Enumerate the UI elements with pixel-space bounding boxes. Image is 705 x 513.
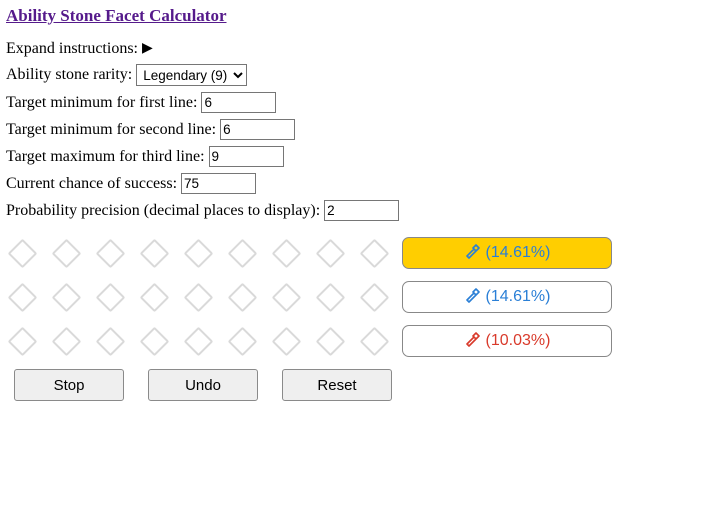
- facet-slot[interactable]: [100, 243, 120, 263]
- diamonds-row-1: [6, 243, 384, 263]
- target1-label: Target minimum for first line:: [6, 94, 197, 112]
- facet-slot[interactable]: [12, 331, 32, 351]
- diamonds-row-2: [6, 287, 384, 307]
- facet-slot[interactable]: [232, 331, 252, 351]
- facet-slot[interactable]: [144, 331, 164, 351]
- stone-row-2: (14.61%): [6, 281, 699, 313]
- facet-slot[interactable]: [188, 243, 208, 263]
- facet-slot[interactable]: [364, 331, 384, 351]
- facet-slot[interactable]: [188, 287, 208, 307]
- facet-slot[interactable]: [364, 243, 384, 263]
- facet-button-2[interactable]: (14.61%): [402, 281, 612, 313]
- facet-pct-1: (14.61%): [486, 244, 551, 262]
- expand-toggle-icon[interactable]: ▶: [142, 42, 153, 56]
- facet-slot[interactable]: [276, 243, 296, 263]
- target2-input[interactable]: [220, 119, 295, 140]
- chance-label: Current chance of success:: [6, 175, 177, 193]
- facet-slot[interactable]: [232, 243, 252, 263]
- precision-label: Probability precision (decimal places to…: [6, 202, 320, 220]
- facet-slot[interactable]: [144, 243, 164, 263]
- facet-slot[interactable]: [320, 243, 340, 263]
- facet-slot[interactable]: [12, 243, 32, 263]
- facet-slot[interactable]: [188, 331, 208, 351]
- facet-pct-3: (10.03%): [486, 332, 551, 350]
- rarity-select[interactable]: Legendary (9): [136, 64, 247, 86]
- stop-button[interactable]: Stop: [14, 369, 124, 401]
- target2-label: Target minimum for second line:: [6, 121, 216, 139]
- reset-button[interactable]: Reset: [282, 369, 392, 401]
- facet-slot[interactable]: [100, 287, 120, 307]
- hammer-icon: [464, 331, 480, 352]
- facet-slot[interactable]: [276, 287, 296, 307]
- facet-button-1[interactable]: (14.61%): [402, 237, 612, 269]
- facet-button-3[interactable]: (10.03%): [402, 325, 612, 357]
- chance-input[interactable]: [181, 173, 256, 194]
- stone-area: (14.61%) (14.61%): [6, 237, 699, 401]
- rarity-label: Ability stone rarity:: [6, 66, 132, 84]
- facet-slot[interactable]: [12, 287, 32, 307]
- target3-label: Target maximum for third line:: [6, 148, 205, 166]
- precision-input[interactable]: [324, 200, 399, 221]
- stone-row-3: (10.03%): [6, 325, 699, 357]
- undo-button[interactable]: Undo: [148, 369, 258, 401]
- facet-slot[interactable]: [320, 331, 340, 351]
- facet-slot[interactable]: [144, 287, 164, 307]
- facet-slot[interactable]: [56, 331, 76, 351]
- facet-slot[interactable]: [320, 287, 340, 307]
- page-title[interactable]: Ability Stone Facet Calculator: [6, 6, 227, 26]
- facet-slot[interactable]: [100, 331, 120, 351]
- diamonds-row-3: [6, 331, 384, 351]
- target1-input[interactable]: [201, 92, 276, 113]
- action-row: Stop Undo Reset: [6, 369, 699, 401]
- target3-input[interactable]: [209, 146, 284, 167]
- hammer-icon: [464, 243, 480, 264]
- facet-slot[interactable]: [276, 331, 296, 351]
- hammer-icon: [464, 287, 480, 308]
- expand-label: Expand instructions:: [6, 40, 138, 58]
- facet-slot[interactable]: [232, 287, 252, 307]
- facet-pct-2: (14.61%): [486, 288, 551, 306]
- facet-slot[interactable]: [364, 287, 384, 307]
- facet-slot[interactable]: [56, 287, 76, 307]
- facet-slot[interactable]: [56, 243, 76, 263]
- stone-row-1: (14.61%): [6, 237, 699, 269]
